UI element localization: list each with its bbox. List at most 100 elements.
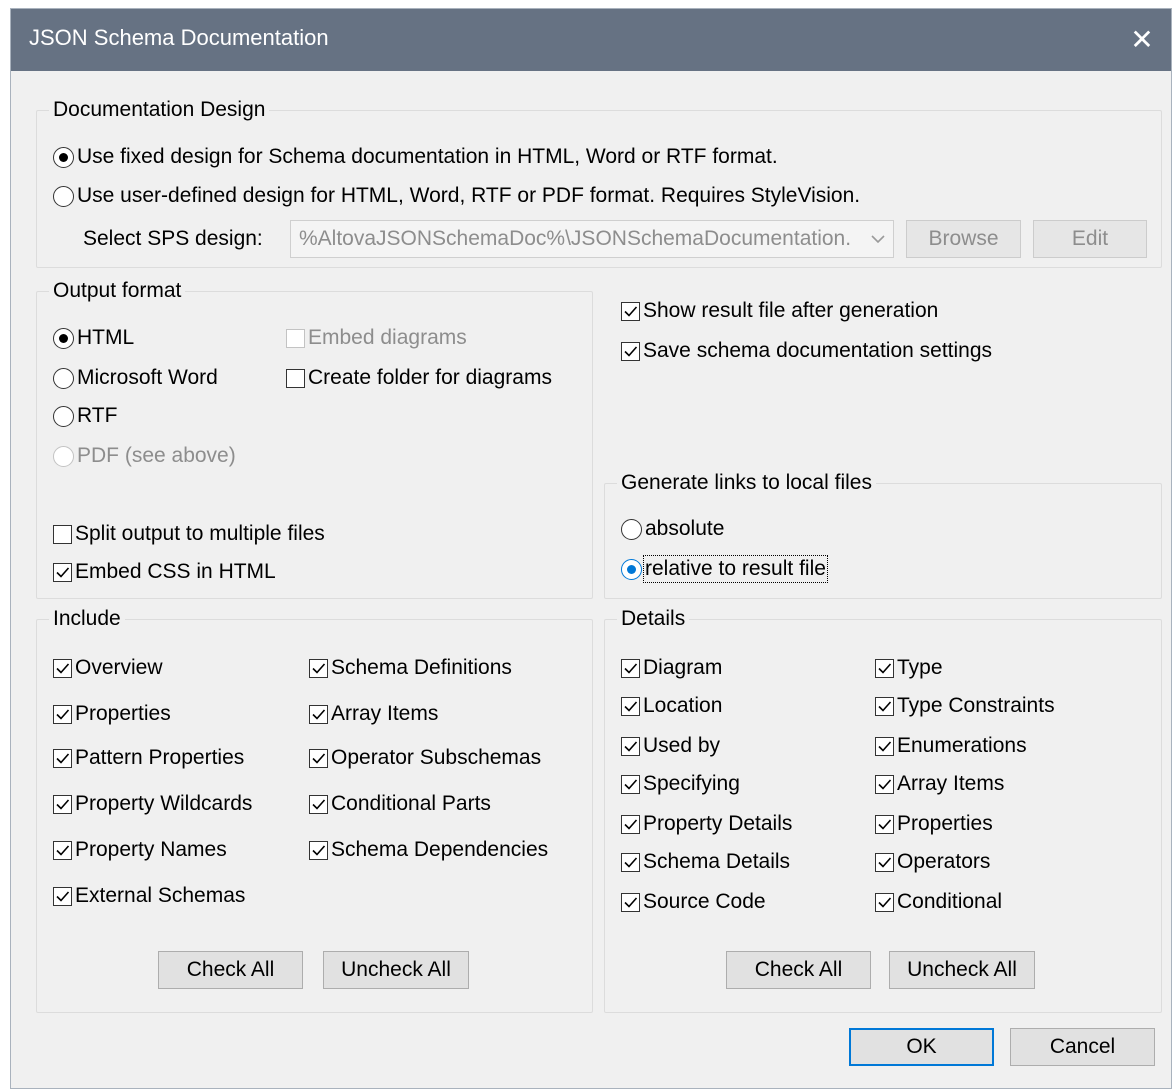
details-operators-checkbox[interactable]: Operators: [875, 850, 990, 874]
include-check-all-button[interactable]: Check All: [158, 951, 303, 989]
embed-css-checkbox[interactable]: Embed CSS in HTML: [53, 560, 276, 584]
details-location-label: Location: [643, 694, 723, 717]
save-settings-checkbox[interactable]: Save schema documentation settings: [621, 339, 992, 363]
include-property-names-checkbox[interactable]: Property Names: [53, 838, 227, 862]
radio-unselected-icon: [621, 518, 642, 540]
cancel-button[interactable]: Cancel: [1010, 1028, 1155, 1066]
include-property-names-label: Property Names: [75, 838, 227, 861]
details-property-details-label: Property Details: [643, 812, 793, 835]
split-output-checkbox[interactable]: Split output to multiple files: [53, 522, 325, 546]
checkbox-unchecked-icon: [286, 368, 305, 388]
include-external-schemas-checkbox[interactable]: External Schemas: [53, 884, 245, 908]
details-used-by-checkbox[interactable]: Used by: [621, 734, 720, 758]
checkbox-checked-icon: [875, 892, 894, 912]
html-label: HTML: [77, 326, 135, 349]
relative-radio[interactable]: relative to result file: [621, 555, 828, 583]
details-enumerations-checkbox[interactable]: Enumerations: [875, 734, 1027, 758]
edit-button[interactable]: Edit: [1033, 220, 1147, 258]
include-pattern-properties-checkbox[interactable]: Pattern Properties: [53, 746, 244, 770]
close-icon[interactable]: ✕: [1119, 17, 1165, 63]
create-folder-label: Create folder for diagrams: [308, 366, 552, 389]
include-group: Include Overview Properties Pattern Prop…: [36, 607, 593, 1013]
details-check-all-button[interactable]: Check All: [726, 951, 871, 989]
include-operator-subschemas-checkbox[interactable]: Operator Subschemas: [309, 746, 541, 770]
details-uncheck-all-button[interactable]: Uncheck All: [889, 951, 1035, 989]
sps-design-value: %AltovaJSONSchemaDoc%\JSONSchemaDocument…: [299, 227, 852, 250]
checkbox-checked-icon: [875, 658, 894, 678]
checkbox-checked-icon: [53, 794, 72, 814]
include-properties-label: Properties: [75, 702, 171, 725]
rtf-radio[interactable]: RTF: [53, 404, 117, 428]
details-group: Details Diagram Location Used by Specify…: [604, 607, 1162, 1013]
include-property-wildcards-checkbox[interactable]: Property Wildcards: [53, 792, 252, 816]
html-radio[interactable]: HTML: [53, 326, 134, 350]
output-format-legend: Output format: [49, 279, 186, 303]
details-source-code-checkbox[interactable]: Source Code: [621, 890, 766, 914]
checkbox-checked-icon: [875, 696, 894, 716]
details-properties-checkbox[interactable]: Properties: [875, 812, 993, 836]
checkbox-checked-icon: [621, 341, 640, 361]
include-properties-checkbox[interactable]: Properties: [53, 702, 171, 726]
details-conditional-checkbox[interactable]: Conditional: [875, 890, 1002, 914]
checkbox-checked-icon: [875, 736, 894, 756]
include-uncheck-all-button[interactable]: Uncheck All: [323, 951, 469, 989]
sps-design-label: Select SPS design:: [83, 227, 263, 250]
checkbox-checked-icon: [309, 704, 328, 724]
checkbox-checked-icon: [621, 892, 640, 912]
details-type-label: Type: [897, 656, 943, 679]
browse-button[interactable]: Browse: [906, 220, 1021, 258]
chevron-down-icon: [871, 235, 885, 244]
absolute-radio[interactable]: absolute: [621, 517, 724, 541]
include-schema-definitions-label: Schema Definitions: [331, 656, 512, 679]
fixed-design-label: Use fixed design for Schema documentatio…: [77, 145, 778, 168]
details-property-details-checkbox[interactable]: Property Details: [621, 812, 792, 836]
radio-unselected-icon: [53, 185, 74, 207]
checkbox-checked-icon: [621, 852, 640, 872]
include-overview-checkbox[interactable]: Overview: [53, 656, 163, 680]
include-conditional-parts-checkbox[interactable]: Conditional Parts: [309, 792, 491, 816]
documentation-design-group: Documentation Design Use fixed design fo…: [36, 98, 1162, 268]
details-diagram-label: Diagram: [643, 656, 723, 679]
include-external-schemas-label: External Schemas: [75, 884, 246, 907]
checkbox-checked-icon: [621, 301, 640, 321]
checkbox-checked-icon: [309, 748, 328, 768]
checkbox-checked-icon: [309, 840, 328, 860]
user-design-radio[interactable]: Use user-defined design for HTML, Word, …: [53, 184, 860, 208]
save-settings-label: Save schema documentation settings: [643, 339, 993, 362]
details-legend: Details: [617, 607, 690, 631]
checkbox-checked-icon: [621, 736, 640, 756]
sps-design-combobox[interactable]: %AltovaJSONSchemaDoc%\JSONSchemaDocument…: [290, 220, 894, 258]
checkbox-checked-icon: [53, 840, 72, 860]
include-conditional-parts-label: Conditional Parts: [331, 792, 491, 815]
include-array-items-checkbox[interactable]: Array Items: [309, 702, 438, 726]
links-group: Generate links to local files absolute r…: [604, 471, 1162, 599]
include-legend: Include: [49, 607, 125, 631]
radio-selected-icon: [53, 327, 74, 349]
show-result-checkbox[interactable]: Show result file after generation: [621, 299, 938, 323]
fixed-design-radio[interactable]: Use fixed design for Schema documentatio…: [53, 145, 778, 169]
details-location-checkbox[interactable]: Location: [621, 694, 722, 718]
ok-button[interactable]: OK: [849, 1028, 994, 1066]
checkbox-checked-icon: [53, 658, 72, 678]
dialog-window: JSON Schema Documentation ✕ Documentatio…: [10, 8, 1172, 1089]
embed-diagrams-checkbox[interactable]: Embed diagrams: [286, 326, 467, 350]
details-array-items-checkbox[interactable]: Array Items: [875, 772, 1004, 796]
include-schema-definitions-checkbox[interactable]: Schema Definitions: [309, 656, 512, 680]
pdf-radio[interactable]: PDF (see above): [53, 444, 236, 468]
details-type-constraints-checkbox[interactable]: Type Constraints: [875, 694, 1055, 718]
checkbox-checked-icon: [875, 774, 894, 794]
word-radio[interactable]: Microsoft Word: [53, 366, 218, 390]
details-source-code-label: Source Code: [643, 890, 766, 913]
details-specifying-checkbox[interactable]: Specifying: [621, 772, 740, 796]
absolute-label: absolute: [645, 517, 725, 540]
details-diagram-checkbox[interactable]: Diagram: [621, 656, 722, 680]
checkbox-checked-icon: [309, 658, 328, 678]
include-schema-dependencies-checkbox[interactable]: Schema Dependencies: [309, 838, 548, 862]
checkbox-checked-icon: [875, 814, 894, 834]
dialog-title: JSON Schema Documentation: [29, 25, 329, 50]
create-folder-checkbox[interactable]: Create folder for diagrams: [286, 366, 552, 390]
checkbox-checked-icon: [53, 704, 72, 724]
details-type-checkbox[interactable]: Type: [875, 656, 943, 680]
details-schema-details-checkbox[interactable]: Schema Details: [621, 850, 790, 874]
details-used-by-label: Used by: [643, 734, 721, 757]
